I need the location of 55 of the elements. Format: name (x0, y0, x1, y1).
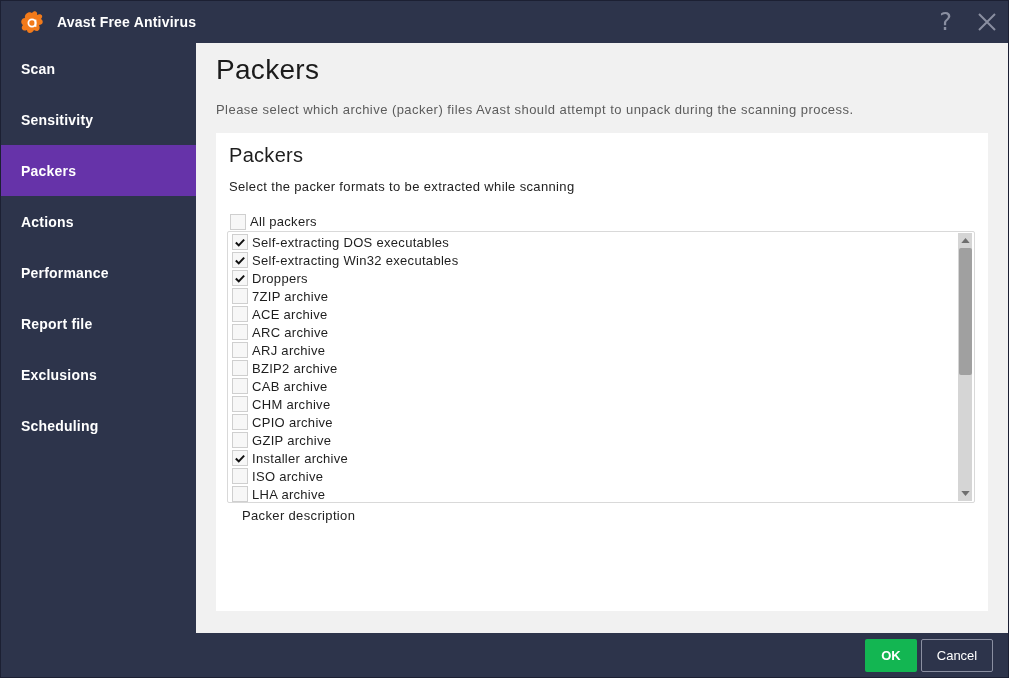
scrollbar[interactable] (958, 233, 972, 501)
checkbox[interactable] (230, 213, 246, 230)
checkbox[interactable] (232, 360, 248, 376)
checkbox[interactable] (232, 396, 248, 412)
checkbox-label[interactable]: Self-extracting DOS executables (252, 234, 450, 250)
checkbox-label[interactable]: ARJ archive (252, 342, 326, 358)
checkbox-label[interactable]: GZIP archive (252, 432, 332, 448)
checkbox[interactable] (232, 306, 248, 322)
checkbox-label[interactable]: BZIP2 archive (252, 360, 338, 376)
scroll-up-icon[interactable] (960, 238, 970, 243)
close-icon[interactable] (978, 13, 996, 31)
sidebar-item[interactable]: Sensitivity (1, 94, 196, 145)
checkbox[interactable] (232, 432, 248, 448)
checkbox[interactable] (232, 414, 248, 430)
cancel-button[interactable]: Cancel (921, 639, 993, 672)
checkbox-label[interactable]: All packers (250, 214, 317, 229)
check-icon (235, 453, 245, 463)
checkbox-label[interactable]: Installer archive (252, 450, 349, 466)
sidebar-item[interactable]: Performance (1, 247, 196, 298)
checkbox[interactable] (232, 486, 248, 502)
sidebar-item[interactable]: Actions (1, 196, 196, 247)
page-description: Please select which archive (packer) files Avast should attempt to unpack during the scanning process. (216, 102, 855, 118)
scroll-down-icon[interactable] (960, 491, 970, 496)
sidebar-item[interactable]: Exclusions (1, 349, 196, 400)
checkbox[interactable] (232, 324, 248, 340)
scrollbar-thumb[interactable] (958, 248, 972, 375)
logo-icon (20, 9, 44, 35)
sidebar-item[interactable]: Packers (1, 145, 196, 196)
checkbox[interactable] (232, 288, 248, 304)
checkbox[interactable] (232, 378, 248, 394)
window-title: Avast Free Antivirus (57, 14, 197, 30)
panel-instruction: Select the packer formats to be extracted while scanning (229, 179, 576, 195)
checkbox-label[interactable]: 7ZIP archive (252, 288, 329, 304)
checkbox[interactable] (232, 234, 248, 250)
checkbox[interactable] (232, 252, 248, 268)
checkbox-label[interactable]: ARC archive (252, 324, 329, 340)
sidebar-item[interactable]: Scheduling (1, 400, 196, 451)
checkbox[interactable] (232, 468, 248, 484)
checkbox-label[interactable]: ISO archive (252, 468, 324, 484)
description-label: Packer description (242, 508, 357, 523)
checkbox[interactable] (232, 270, 248, 286)
checkbox[interactable] (232, 342, 248, 358)
checkbox-label[interactable]: ACE archive (252, 306, 328, 322)
checkbox-label[interactable]: Droppers (252, 270, 308, 286)
checkbox-label[interactable]: Self-extracting Win32 executables (252, 252, 459, 268)
checkbox[interactable] (232, 450, 248, 466)
sidebar-item[interactable]: Scan (1, 43, 196, 94)
page-title: Packers (216, 53, 321, 87)
checkbox-label[interactable]: CAB archive (252, 378, 328, 394)
checkbox-label[interactable]: LHA archive (252, 486, 326, 502)
help-button[interactable]: ? (939, 9, 952, 35)
sidebar-item[interactable]: Report file (1, 298, 196, 349)
checkbox-label[interactable]: CPIO archive (252, 414, 333, 430)
checkbox-label[interactable]: CHM archive (252, 396, 331, 412)
panel-title: Packers (229, 143, 305, 167)
